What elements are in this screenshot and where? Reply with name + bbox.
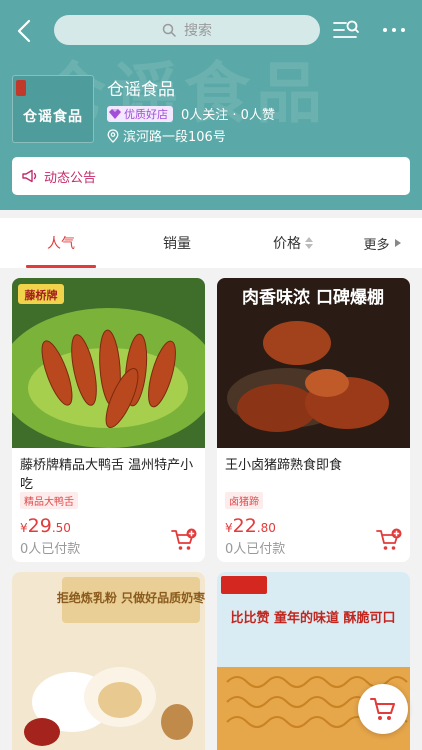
list-search-icon	[333, 20, 359, 38]
active-tab-indicator	[26, 265, 96, 268]
badge-label: 优质好店	[124, 107, 168, 121]
product-card[interactable]: 拒绝炼乳粉 只做好品质奶枣	[12, 572, 205, 750]
shop-header: 仓谣食品 搜索 仓谣食品 仓谣食品 优质好店 0人关注 · 0人赞 滨河路一段1…	[0, 0, 422, 210]
more-options-button[interactable]	[376, 16, 412, 44]
promo-text: 肉香味浓 口碑爆棚	[242, 287, 384, 308]
tab-more[interactable]: 更多	[350, 218, 414, 268]
price-decimal: .50	[51, 521, 71, 535]
price-integer: 22	[232, 515, 257, 537]
product-card[interactable]: 肉香味浓 口碑爆棚 王小卤猪蹄熟食即食 卤猪蹄 ¥22.80 0人已付款	[217, 278, 410, 562]
brand-logo-text: 藤桥牌	[25, 288, 58, 302]
sold-count: 0人已付款	[225, 542, 286, 557]
cart-plus-icon	[171, 528, 197, 550]
dot-icon	[383, 28, 387, 32]
product-image: 藤桥牌	[12, 278, 205, 448]
diamond-icon	[109, 108, 121, 119]
floating-cart-button[interactable]	[358, 684, 408, 734]
promo-text: 拒绝炼乳粉 只做好品质奶枣	[57, 590, 205, 605]
tab-more-label: 更多	[363, 237, 390, 253]
address-text: 滨河路一段106号	[123, 130, 226, 145]
announcement-bar[interactable]: 动态公告	[12, 157, 410, 195]
sort-tabs: 人气 销量 价格 更多	[0, 218, 422, 268]
product-tag: 精品大鸭舌	[20, 492, 78, 509]
chevron-left-icon	[17, 19, 31, 43]
follow-stats: 0人关注 · 0人赞	[181, 108, 275, 123]
logo-text: 仓谣食品	[23, 109, 83, 125]
location-pin-icon	[107, 128, 119, 143]
back-button[interactable]	[12, 17, 40, 45]
product-price: ¥22.80	[225, 515, 276, 537]
shop-name: 仓谣食品	[107, 80, 175, 100]
add-to-cart-button[interactable]	[376, 528, 402, 552]
currency-symbol: ¥	[20, 521, 28, 535]
tab-price-label: 价格	[273, 236, 301, 252]
dot-icon	[401, 28, 405, 32]
logo-emblem	[16, 80, 26, 96]
sold-count: 0人已付款	[20, 542, 81, 557]
product-price: ¥29.50	[20, 515, 71, 537]
product-image: 拒绝炼乳粉 只做好品质奶枣	[12, 572, 205, 750]
shop-meta: 优质好店 0人关注 · 0人赞	[107, 104, 275, 123]
triangle-right-icon	[394, 239, 401, 247]
product-image: 肉香味浓 口碑爆棚	[217, 278, 410, 448]
product-tag: 卤猪蹄	[225, 492, 263, 509]
dot-icon	[392, 28, 396, 32]
category-search-button[interactable]	[332, 16, 360, 44]
sort-arrows-icon	[305, 237, 313, 249]
quality-badge: 优质好店	[107, 105, 173, 122]
promo-text: 比比赞 童年的味道 酥脆可口	[230, 610, 395, 626]
tab-price[interactable]: 价格	[258, 218, 328, 268]
product-title: 藤桥牌精品大鸭舌 温州特产小吃	[20, 458, 194, 492]
shop-logo: 仓谣食品	[12, 75, 94, 143]
cart-icon	[370, 698, 395, 720]
announcement-label: 动态公告	[44, 170, 97, 186]
tab-sales[interactable]: 销量	[142, 218, 212, 268]
currency-symbol: ¥	[225, 521, 233, 535]
shop-address[interactable]: 滨河路一段106号	[107, 126, 226, 145]
price-integer: 29	[27, 515, 52, 537]
search-input[interactable]: 搜索	[54, 15, 320, 45]
product-title: 王小卤猪蹄熟食即食	[225, 458, 343, 473]
cart-plus-icon	[376, 528, 402, 550]
search-placeholder: 搜索	[184, 23, 212, 39]
price-decimal: .80	[256, 521, 276, 535]
product-card[interactable]: 藤桥牌 藤桥牌精品大鸭舌 温州特产小吃 精品大鸭舌 ¥29.50 0人已付款	[12, 278, 205, 562]
add-to-cart-button[interactable]	[171, 528, 197, 552]
megaphone-icon	[22, 169, 38, 183]
search-icon	[162, 23, 176, 37]
tab-popular[interactable]: 人气	[26, 218, 96, 268]
